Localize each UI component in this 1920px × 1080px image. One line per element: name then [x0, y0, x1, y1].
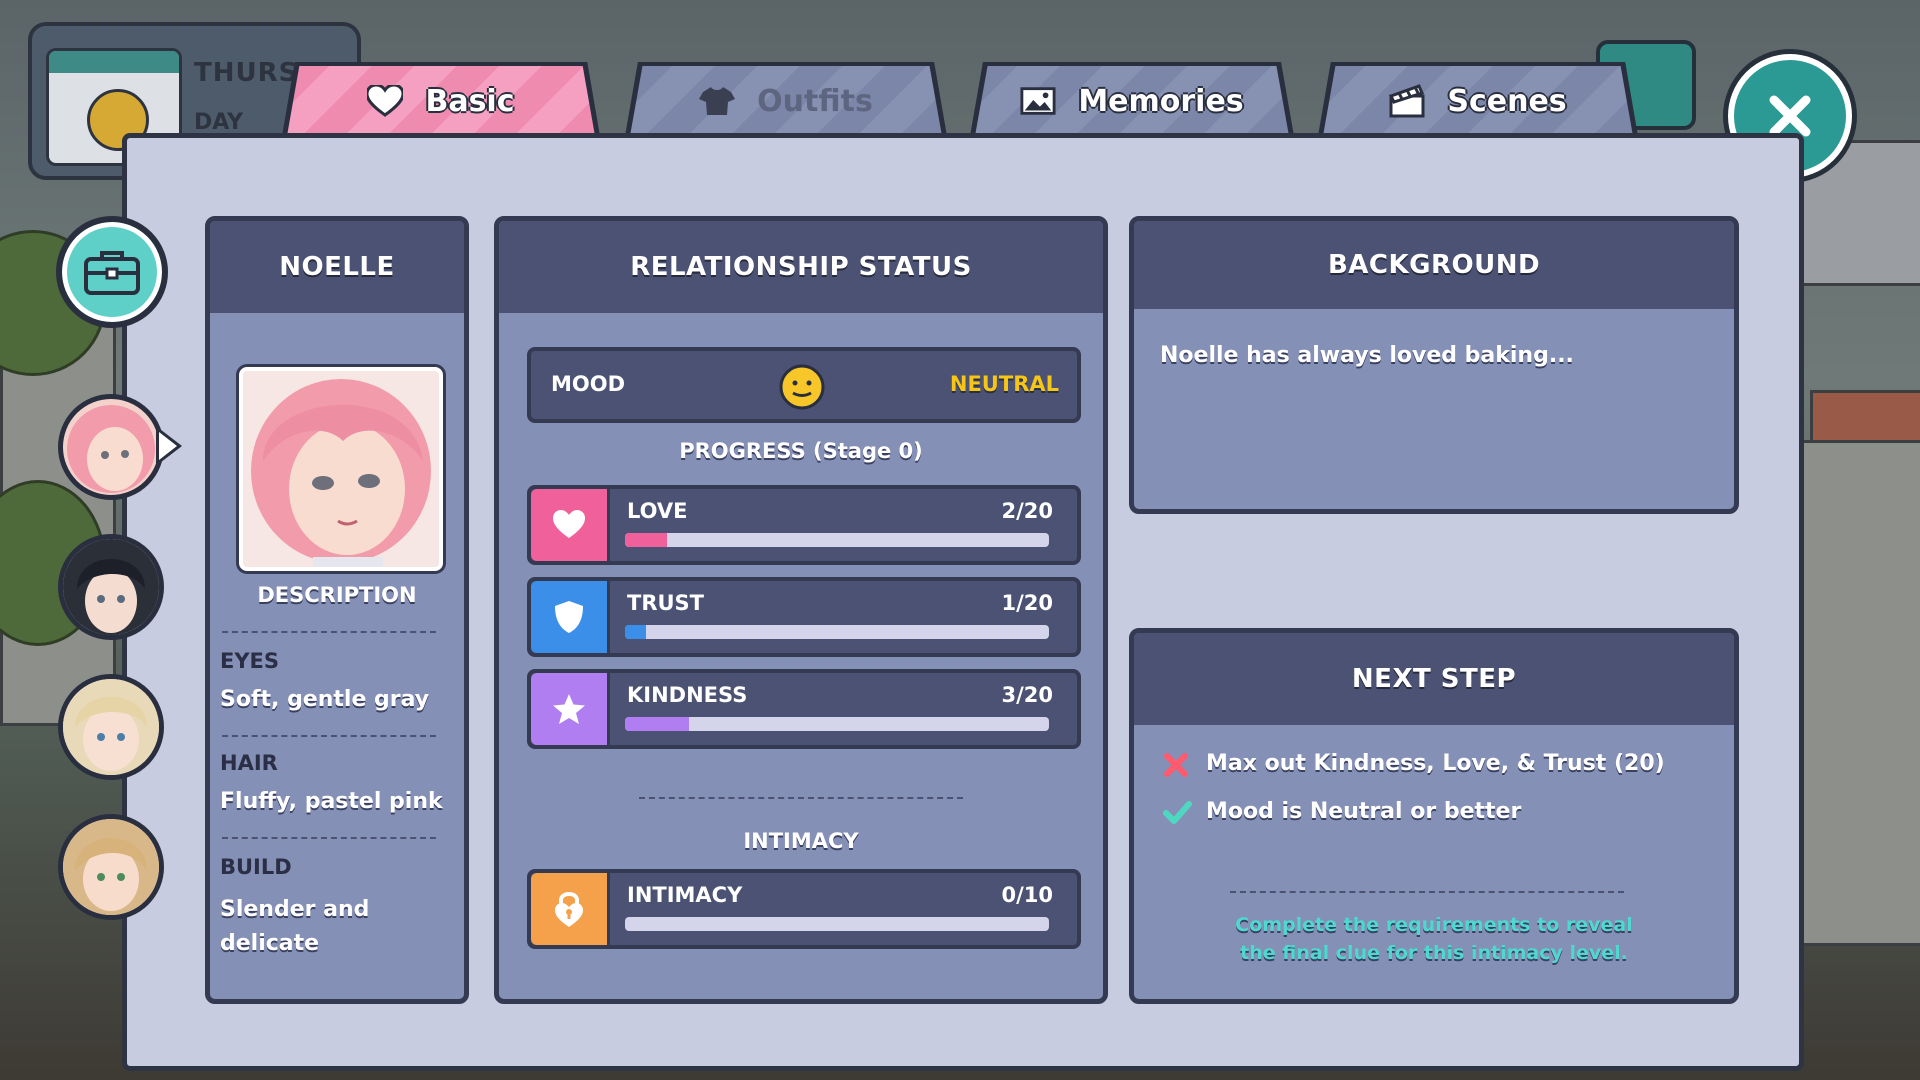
heart-icon — [367, 85, 404, 117]
character-avatar-3[interactable] — [58, 674, 164, 780]
tab-outfits[interactable]: Outfits — [625, 62, 947, 136]
character-portrait — [239, 367, 443, 571]
relationship-title: RELATIONSHIP STATUS — [499, 221, 1103, 313]
stat-icon-box — [531, 581, 610, 653]
day-part: DAY — [194, 110, 244, 135]
stat-icon-box — [531, 673, 610, 745]
tab-label: Basic — [425, 83, 515, 119]
intimacy-title: INTIMACY — [743, 829, 859, 853]
stat-bar — [625, 917, 1049, 931]
character-avatar-4[interactable] — [58, 814, 164, 920]
stat-bar — [625, 625, 1049, 639]
requirement-row: Mood is Neutral or better — [1162, 797, 1714, 833]
shirt-icon — [699, 85, 736, 117]
tab-basic[interactable]: Basic — [282, 62, 600, 136]
stat-fill — [625, 533, 668, 547]
tab-scenes[interactable]: Scenes — [1318, 62, 1638, 136]
tab-memories[interactable]: Memories — [970, 62, 1294, 136]
stat-bar — [625, 717, 1049, 731]
stat-icon-box — [531, 873, 610, 945]
requirement-text: Max out Kindness, Love, & Trust (20) — [1206, 751, 1665, 776]
eyes-label: EYES — [220, 649, 280, 673]
relationship-card: RELATIONSHIP STATUS MOOD NEUTRAL PROGRES… — [494, 216, 1108, 1004]
inventory-button[interactable] — [56, 216, 168, 328]
image-icon — [1020, 85, 1056, 117]
stat-name: INTIMACY — [627, 883, 743, 907]
briefcase-icon — [84, 251, 140, 295]
stat-row-kindness: KINDNESS 3/20 — [527, 669, 1081, 749]
clapperboard-icon — [1389, 84, 1425, 118]
character-name: NOELLE — [210, 221, 464, 313]
tab-label: Outfits — [757, 83, 873, 119]
stat-bar — [625, 533, 1049, 547]
background-text: Noelle has always loved baking... — [1160, 343, 1574, 368]
neutral-face-icon — [779, 364, 825, 410]
selected-pointer — [156, 426, 182, 466]
requirement-row: Max out Kindness, Love, & Trust (20) — [1162, 749, 1714, 785]
character-avatar-2[interactable] — [58, 534, 164, 640]
profile-card: NOELLE DESCRIPTION EYES Soft, gentle gra… — [205, 216, 469, 1004]
mood-value: NEUTRAL — [949, 372, 1059, 396]
mood-row: MOOD NEUTRAL — [527, 347, 1081, 423]
stat-row-love: LOVE 2/20 — [527, 485, 1081, 565]
hair-value: Fluffy, pastel pink — [220, 789, 443, 814]
next-step-title: NEXT STEP — [1134, 633, 1734, 725]
mood-label: MOOD — [551, 372, 626, 396]
stat-fill — [625, 625, 647, 639]
heart-icon — [553, 510, 585, 538]
stat-value: 0/10 — [1001, 883, 1053, 907]
description-label: DESCRIPTION — [257, 583, 417, 607]
eyes-value: Soft, gentle gray — [220, 687, 430, 712]
character-avatar-noelle[interactable] — [58, 394, 164, 500]
requirement-text: Mood is Neutral or better — [1206, 799, 1522, 824]
stat-row-intimacy: INTIMACY 0/10 — [527, 869, 1081, 949]
hair-label: HAIR — [220, 751, 278, 775]
tab-label: Scenes — [1447, 83, 1567, 119]
stat-fill — [625, 717, 689, 731]
progress-label: PROGRESS (Stage 0) — [679, 439, 923, 463]
star-icon — [553, 694, 585, 724]
stat-name: LOVE — [627, 499, 688, 523]
checkmark-icon — [1163, 801, 1192, 824]
stat-icon-box — [531, 489, 610, 561]
cross-icon — [1164, 753, 1188, 777]
stat-value: 1/20 — [1001, 591, 1053, 615]
stat-name: KINDNESS — [627, 683, 748, 707]
stat-value: 3/20 — [1001, 683, 1053, 707]
next-step-hint: Complete the requirements to reveal the … — [1235, 914, 1633, 964]
lock-icon — [555, 892, 583, 927]
character-panel: NOELLE DESCRIPTION EYES Soft, gentle gra… — [122, 133, 1804, 1071]
stat-name: TRUST — [627, 591, 704, 615]
background-card: BACKGROUND Noelle has always loved bakin… — [1129, 216, 1739, 514]
stat-row-trust: TRUST 1/20 — [527, 577, 1081, 657]
background-title: BACKGROUND — [1134, 221, 1734, 309]
next-step-card: NEXT STEP Max out Kindness, Love, & Trus… — [1129, 628, 1739, 1004]
build-label: BUILD — [220, 855, 292, 879]
tab-label: Memories — [1078, 83, 1244, 119]
shield-icon — [555, 601, 583, 633]
stat-value: 2/20 — [1001, 499, 1053, 523]
build-value: Slender and delicate — [220, 897, 370, 956]
